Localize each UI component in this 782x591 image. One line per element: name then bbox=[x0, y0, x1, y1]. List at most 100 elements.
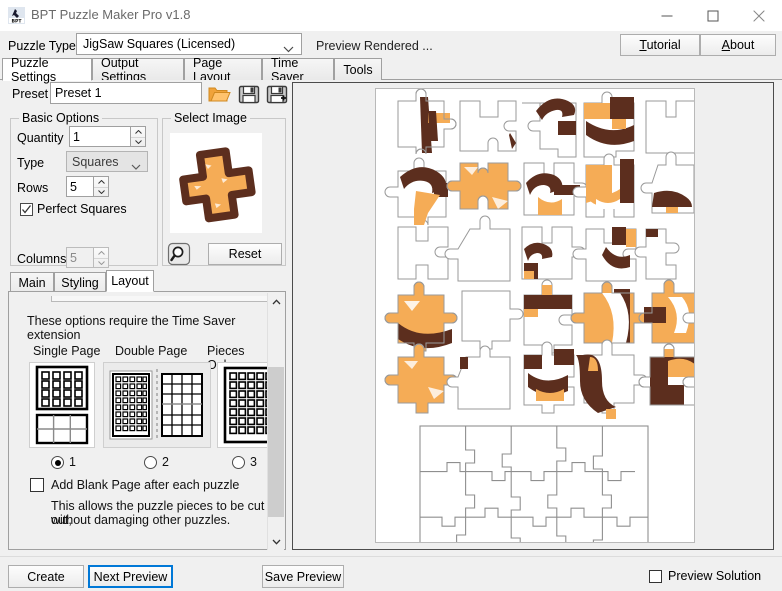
tutorial-button[interactable]: Tutorial bbox=[620, 34, 700, 56]
scrollbar-thumb[interactable] bbox=[268, 367, 284, 517]
tutorial-rest: utorial bbox=[647, 38, 681, 52]
stepper-up[interactable] bbox=[94, 248, 108, 259]
save-preset-button[interactable] bbox=[236, 82, 262, 106]
next-preview-label: Next Preview bbox=[94, 570, 168, 584]
double-page-caption: Double Page bbox=[115, 344, 187, 358]
stepper-up[interactable] bbox=[131, 127, 145, 138]
select-image-title: Select Image bbox=[171, 111, 250, 125]
inner-tab-layout[interactable]: Layout bbox=[106, 270, 154, 292]
main-tab-strip: Puzzle Settings Output Settings Page Lay… bbox=[0, 58, 782, 80]
scatter-piece bbox=[524, 342, 574, 413]
inner-tab-styling[interactable]: Styling bbox=[54, 272, 106, 292]
tab-time-saver[interactable]: Time Saver bbox=[262, 58, 334, 80]
inner-tab-main[interactable]: Main bbox=[10, 272, 54, 292]
about-accel: A bbox=[722, 38, 730, 52]
scatter-piece bbox=[576, 340, 647, 419]
rows-input[interactable] bbox=[66, 176, 94, 197]
preview-solution-checkbox[interactable] bbox=[649, 570, 662, 583]
app-icon: BPT bbox=[8, 7, 25, 24]
scatter-piece bbox=[584, 92, 634, 157]
preset-label: Preset bbox=[12, 87, 48, 101]
close-button[interactable] bbox=[736, 0, 782, 31]
add-blank-page-label: Add Blank Page after each puzzle bbox=[51, 478, 239, 492]
layout-radio-1-label: 1 bbox=[69, 455, 76, 469]
scatter-piece bbox=[447, 163, 521, 209]
application-window: BPT BPT Puzzle Maker Pro v1.8 Puzzle Typ… bbox=[0, 0, 782, 591]
layout-radio-2-label: 2 bbox=[162, 455, 169, 469]
title-bar: BPT BPT Puzzle Maker Pro v1.8 bbox=[0, 0, 782, 31]
scatter-piece bbox=[522, 99, 576, 157]
layout-panel-content: These options require the Time Saver ext… bbox=[19, 296, 269, 546]
inner-tab-label: Layout bbox=[111, 274, 149, 288]
add-blank-page-checkbox[interactable] bbox=[30, 478, 44, 492]
rows-label: Rows bbox=[17, 181, 48, 195]
layout-radio-3-label: 3 bbox=[250, 455, 257, 469]
single-page-thumbnail[interactable] bbox=[29, 362, 95, 448]
create-button[interactable]: Create bbox=[8, 565, 84, 588]
type-label: Type bbox=[17, 156, 44, 170]
tab-page-layout[interactable]: Page Layout bbox=[184, 58, 262, 80]
create-label: Create bbox=[27, 570, 65, 584]
scatter-piece bbox=[385, 282, 457, 351]
inner-tab-label: Main bbox=[18, 276, 45, 290]
columns-label: Columns bbox=[17, 252, 66, 266]
layout-radio-3[interactable] bbox=[232, 456, 245, 469]
preview-page bbox=[375, 88, 695, 543]
quantity-stepper[interactable] bbox=[131, 126, 146, 147]
stepper-up[interactable] bbox=[94, 177, 108, 188]
double-page-thumbnail[interactable] bbox=[103, 362, 211, 448]
reset-image-button[interactable]: Reset bbox=[208, 243, 282, 265]
preview-solution-label: Preview Solution bbox=[668, 569, 761, 583]
stepper-down[interactable] bbox=[94, 259, 108, 269]
preset-input[interactable] bbox=[50, 82, 202, 104]
pieces-only-thumbnail[interactable] bbox=[217, 362, 269, 448]
stepper-down[interactable] bbox=[94, 188, 108, 198]
scatter-piece bbox=[460, 101, 516, 151]
puzzle-type-select[interactable]: JigSaw Squares (Licensed) bbox=[76, 33, 302, 55]
about-rest: bout bbox=[730, 38, 754, 52]
perfect-squares-checkbox[interactable] bbox=[20, 203, 33, 216]
preview-pane[interactable] bbox=[292, 82, 774, 550]
chevron-down-icon bbox=[283, 42, 294, 56]
open-preset-button[interactable] bbox=[206, 82, 232, 106]
scatter-piece bbox=[635, 229, 679, 279]
window-title: BPT Puzzle Maker Pro v1.8 bbox=[31, 7, 190, 22]
columns-stepper[interactable] bbox=[94, 247, 109, 268]
layout-scrollbar[interactable] bbox=[267, 293, 284, 550]
maximize-button[interactable] bbox=[690, 0, 736, 31]
inner-tab-strip: Main Styling Layout bbox=[8, 270, 286, 292]
about-button[interactable]: About bbox=[700, 34, 776, 56]
scatter-piece bbox=[398, 227, 448, 279]
puzzle-type-label: Puzzle Type bbox=[8, 39, 76, 53]
rows-stepper[interactable] bbox=[94, 176, 109, 197]
next-preview-button[interactable]: Next Preview bbox=[88, 565, 173, 588]
layout-radio-2[interactable] bbox=[144, 456, 157, 469]
stepper-down[interactable] bbox=[131, 138, 145, 148]
scatter-piece bbox=[641, 152, 694, 213]
clipped-control-above bbox=[51, 296, 269, 302]
type-select[interactable]: Squares bbox=[66, 151, 148, 172]
tab-tools[interactable]: Tools bbox=[334, 58, 382, 80]
save-as-preset-button[interactable] bbox=[264, 82, 290, 106]
scatter-piece bbox=[462, 291, 523, 349]
quantity-input[interactable] bbox=[69, 126, 131, 147]
columns-input[interactable] bbox=[66, 247, 94, 268]
scatter-piece bbox=[385, 344, 457, 413]
tab-output-settings[interactable]: Output Settings bbox=[92, 58, 184, 80]
blank-page-note-line2: without damaging other puzzles. bbox=[51, 513, 230, 527]
scatter-piece bbox=[573, 227, 636, 281]
single-page-caption: Single Page bbox=[33, 344, 100, 358]
browse-image-button[interactable] bbox=[167, 242, 191, 266]
scatter-piece bbox=[445, 216, 510, 281]
tab-puzzle-settings[interactable]: Puzzle Settings bbox=[2, 58, 92, 81]
scatter-piece bbox=[646, 101, 694, 153]
image-preview[interactable] bbox=[170, 133, 262, 233]
scroll-down-button[interactable] bbox=[268, 533, 284, 550]
layout-radio-1[interactable] bbox=[51, 456, 64, 469]
scroll-up-button[interactable] bbox=[268, 293, 284, 310]
save-preview-label: Save Preview bbox=[265, 570, 341, 584]
minimize-button[interactable] bbox=[644, 0, 690, 31]
save-preview-button[interactable]: Save Preview bbox=[262, 565, 344, 588]
scatter-piece bbox=[639, 280, 694, 343]
scatter-piece bbox=[385, 158, 448, 225]
